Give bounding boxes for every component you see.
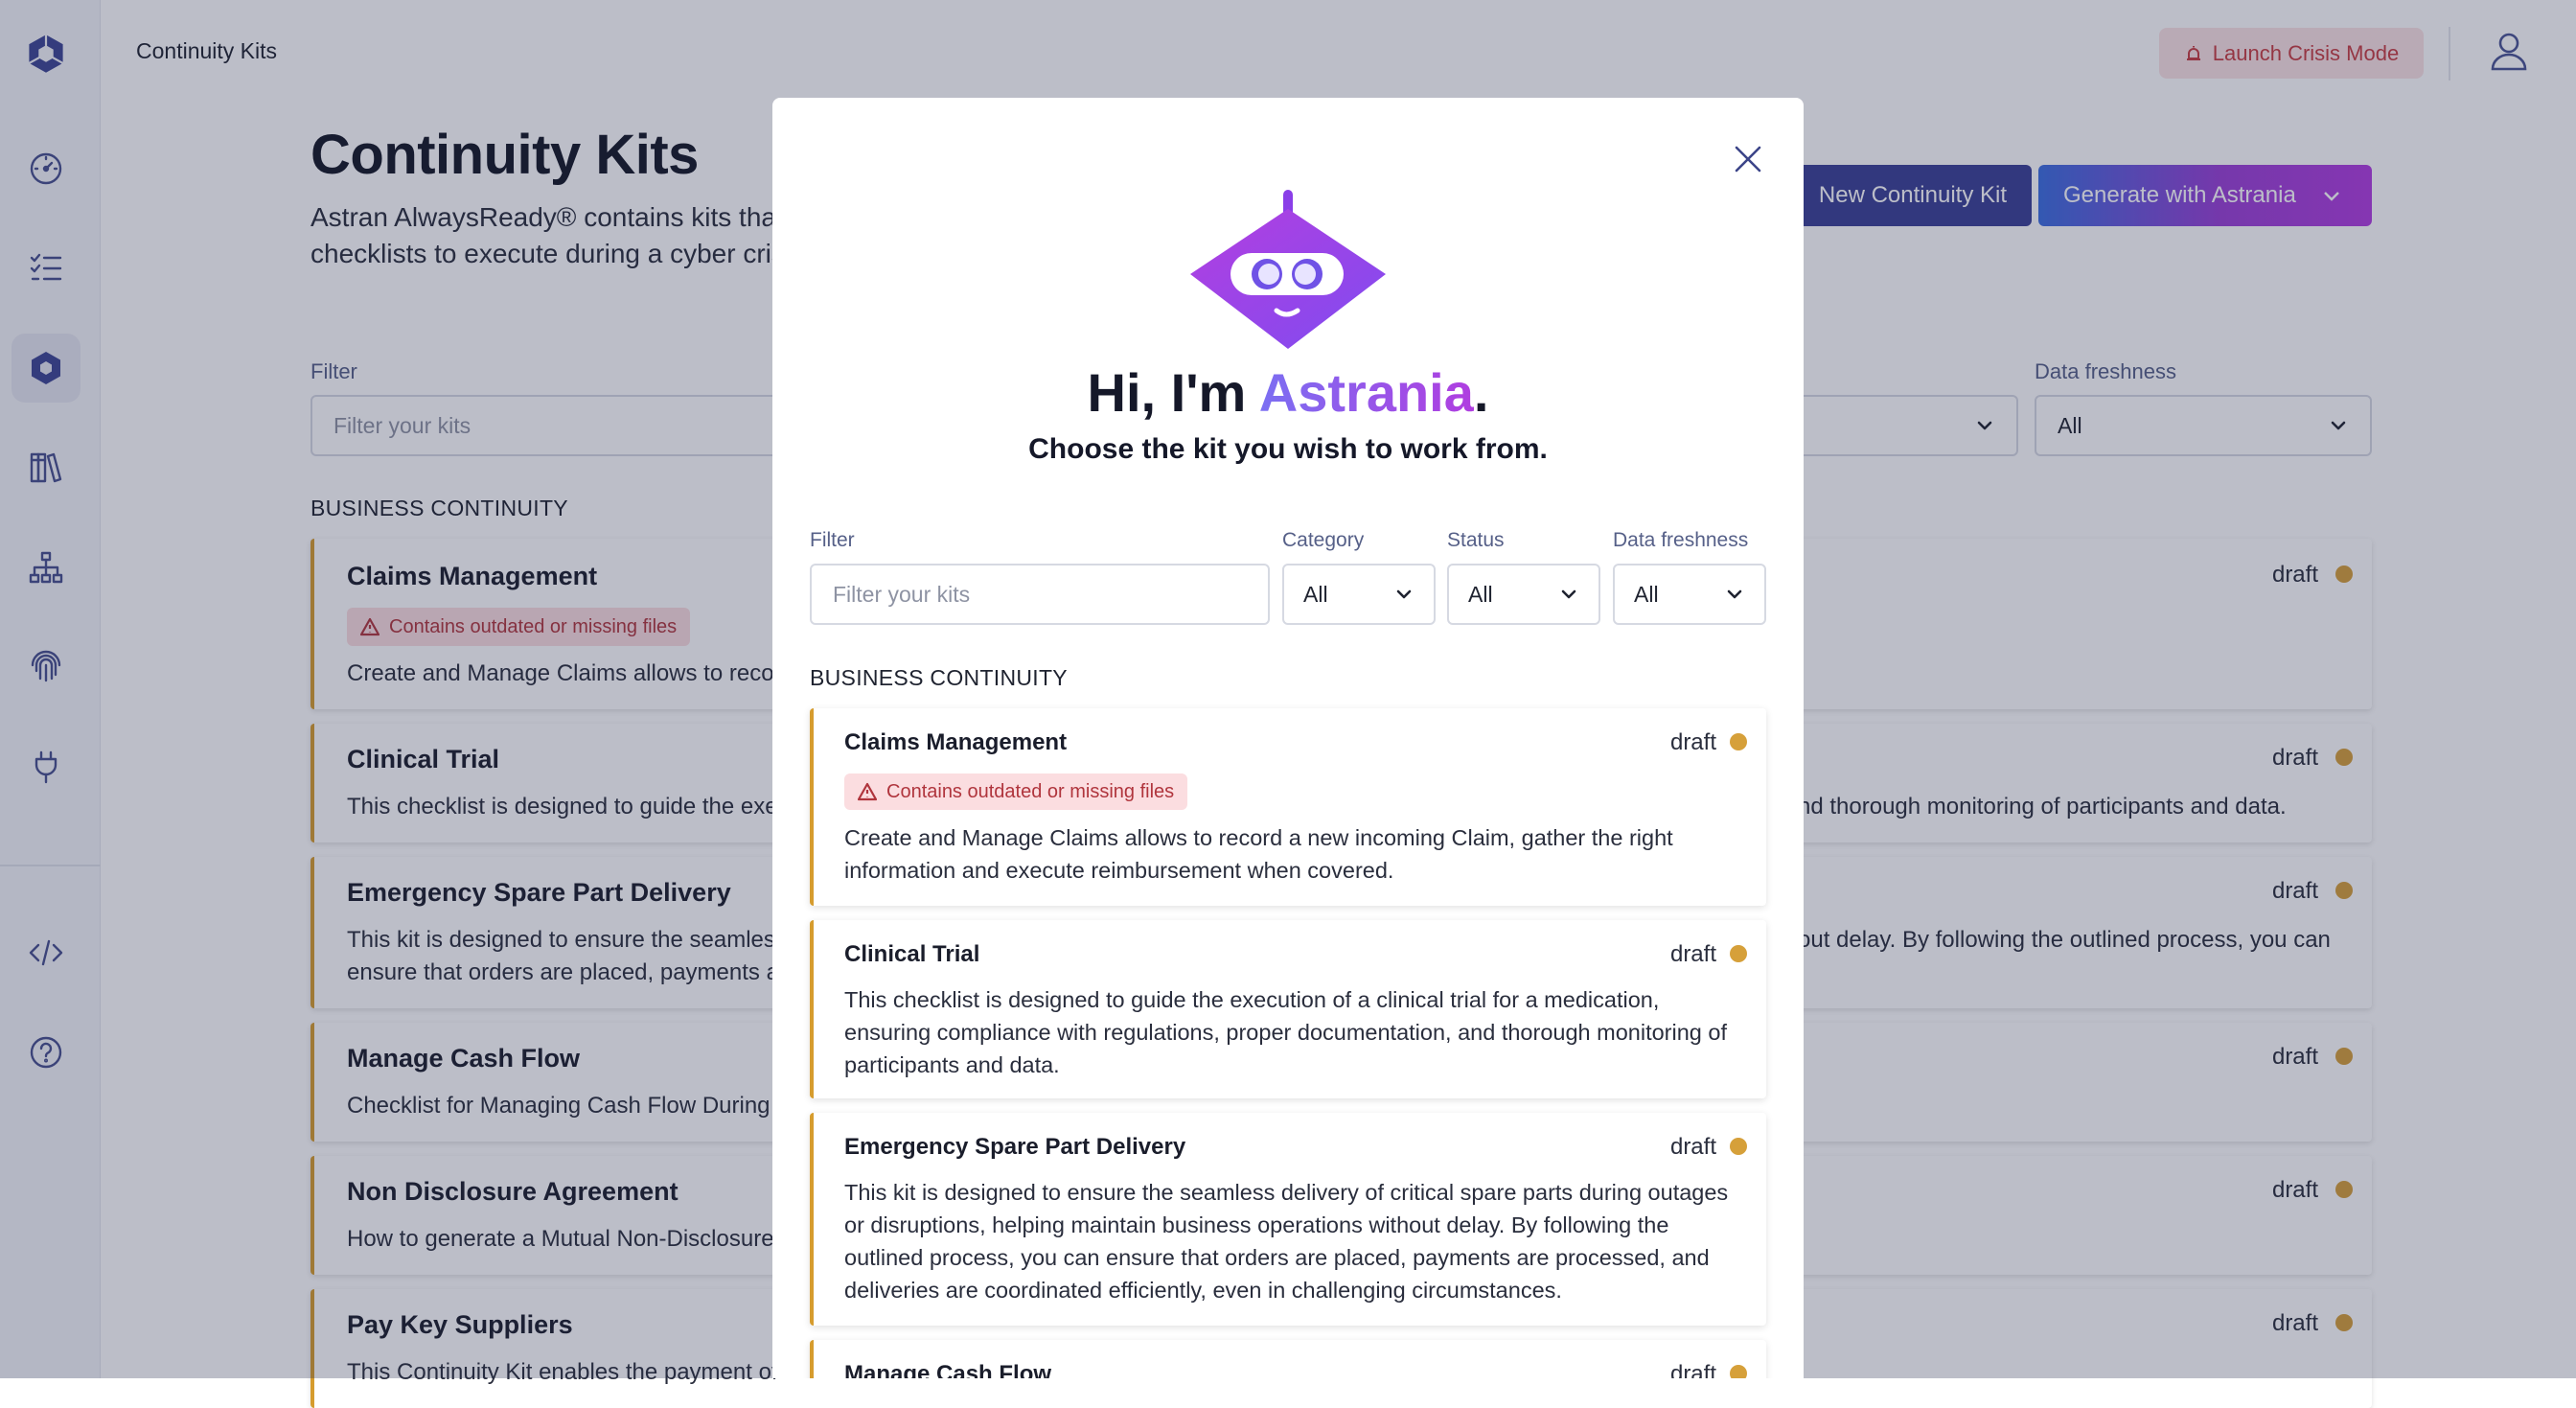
warning-icon	[858, 782, 877, 801]
close-icon	[1735, 146, 1761, 173]
kit-title: Manage Cash Flow	[844, 1361, 1052, 1378]
kit-status: draft	[1669, 1134, 1716, 1160]
kit-title: Clinical Trial	[844, 941, 980, 967]
kit-title: Claims Management	[844, 729, 1068, 755]
close-modal-button[interactable]	[1729, 140, 1767, 178]
greeting-suffix: .	[1473, 362, 1489, 423]
status-dot	[1730, 945, 1747, 962]
data-freshness-label: Data freshness	[1613, 529, 1749, 551]
status-label: Status	[1447, 529, 1505, 551]
greeting-heading: Hi, I'm Astrania.	[772, 361, 1804, 424]
section-heading: BUSINESS CONTINUITY	[810, 665, 1068, 690]
chevron-down-icon	[1396, 589, 1412, 599]
kit-option-card[interactable]: Emergency Spare Part Delivery draft This…	[810, 1113, 1766, 1326]
chevron-down-icon	[1727, 589, 1742, 599]
status-dot	[1730, 1365, 1747, 1378]
kit-status: draft	[1669, 729, 1716, 755]
data-freshness-select[interactable]: All	[1613, 564, 1766, 625]
astrania-kit-picker-modal: Hi, I'm Astrania. Choose the kit you wis…	[772, 98, 1804, 1378]
kit-description: This kit is designed to ensure the seaml…	[844, 1180, 1729, 1303]
badge-text: Contains outdated or missing files	[886, 780, 1175, 802]
category-select[interactable]: All	[1282, 564, 1436, 625]
modal-subtitle: Choose the kit you wish to work from.	[1028, 433, 1548, 465]
kit-status: draft	[1669, 1361, 1716, 1378]
status-dot	[1730, 733, 1747, 750]
kit-title: Emergency Spare Part Delivery	[844, 1134, 1186, 1160]
kit-description: This checklist is designed to guide the …	[844, 987, 1727, 1077]
status-dot	[1730, 1138, 1747, 1155]
kit-description: Create and Manage Claims allows to recor…	[844, 825, 1673, 883]
status-value: All	[1468, 581, 1493, 607]
category-label: Category	[1282, 529, 1365, 551]
data-freshness-value: All	[1634, 581, 1659, 607]
greeting-brand: Astrania	[1258, 362, 1474, 423]
kit-option-card[interactable]: Clinical Trial draft This checklist is d…	[810, 920, 1766, 1098]
status-select[interactable]: All	[1447, 564, 1600, 625]
outdated-files-badge: Contains outdated or missing files	[844, 773, 1188, 810]
astrania-mascot-icon	[1190, 190, 1386, 349]
kit-option-card[interactable]: Claims Management draft Contains outdate…	[810, 708, 1766, 906]
greeting-prefix: Hi, I'm	[1087, 362, 1259, 423]
filter-label: Filter	[810, 529, 855, 551]
kit-status: draft	[1669, 941, 1716, 967]
kit-option-card[interactable]: Manage Cash Flow draft	[810, 1340, 1766, 1378]
chevron-down-icon	[1561, 589, 1576, 599]
category-value: All	[1303, 581, 1328, 607]
filter-input[interactable]: Filter your kits	[810, 564, 1270, 625]
